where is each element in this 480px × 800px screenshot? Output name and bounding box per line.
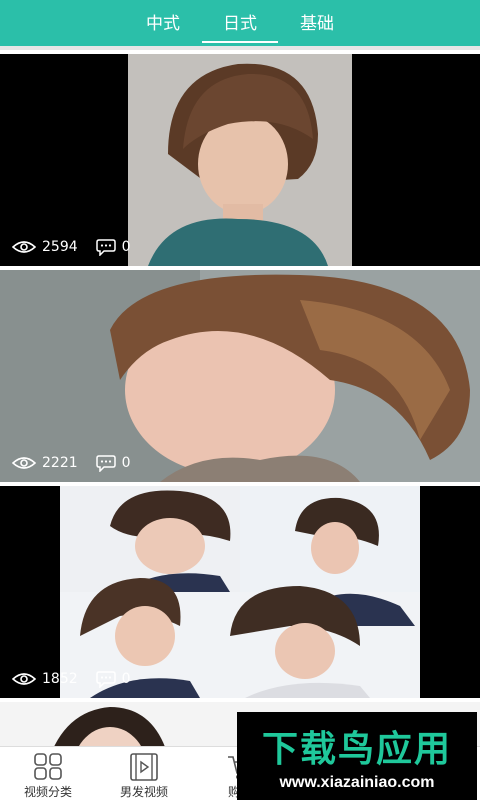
top-tab-bar: 中式 日式 基础	[0, 0, 480, 50]
tab-japanese-style[interactable]: 日式	[202, 0, 278, 46]
view-count: 2221	[42, 455, 78, 471]
eye-icon	[12, 673, 36, 685]
view-count: 2594	[42, 239, 78, 255]
comment-count: 0	[121, 455, 131, 471]
card-stats: 1852 0	[12, 670, 131, 688]
video-card[interactable]: 2594 0	[0, 54, 480, 266]
tab-basics[interactable]: 基础	[279, 0, 355, 46]
card-stats: 2221 0	[12, 454, 131, 472]
watermark-url: www.xiazainiao.com	[279, 774, 435, 791]
video-card[interactable]: 1852 0	[0, 486, 480, 698]
nav-mens-hair-videos[interactable]: 男发视频	[96, 747, 192, 800]
watermark-title: 下载鸟应用	[261, 729, 452, 770]
view-count: 1852	[42, 671, 78, 687]
eye-icon	[12, 457, 36, 469]
card-stats: 2594 0	[12, 238, 131, 256]
eye-icon	[12, 241, 36, 253]
hairstyle-photo	[128, 54, 352, 266]
grid-icon	[34, 753, 62, 780]
comment-icon	[95, 455, 116, 472]
nav-video-categories[interactable]: 视频分类	[0, 747, 96, 800]
active-tab-indicator	[202, 41, 278, 43]
comment-count: 0	[121, 671, 131, 687]
watermark-overlay: 下载鸟应用 www.xiazainiao.com	[237, 712, 477, 800]
video-card[interactable]: 2221 0	[0, 270, 480, 482]
hairstyle-collage-photo	[60, 486, 420, 698]
comment-icon	[95, 239, 116, 256]
tab-chinese-style[interactable]: 中式	[125, 0, 201, 46]
nav-label: 男发视频	[119, 785, 168, 799]
hairstyle-photo	[0, 270, 480, 482]
comment-icon	[95, 671, 116, 688]
comment-count: 0	[121, 239, 131, 255]
film-icon	[130, 753, 158, 781]
nav-label: 视频分类	[23, 785, 72, 799]
